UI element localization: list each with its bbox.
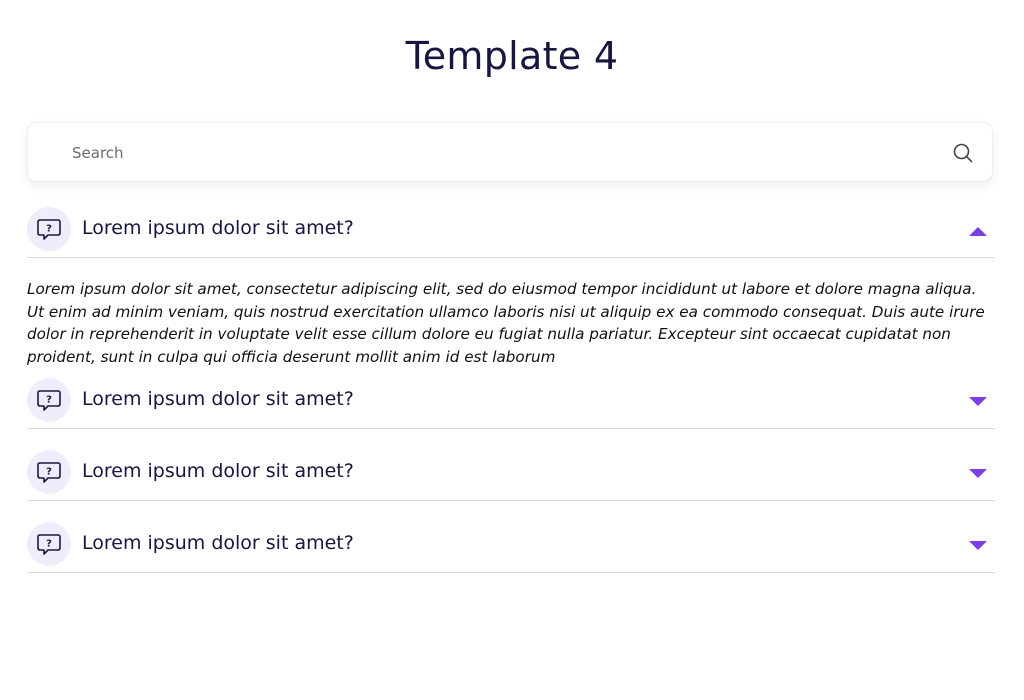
search-box[interactable] bbox=[27, 122, 993, 183]
faq-question-header[interactable]: ? Lorem ipsum dolor sit amet? bbox=[27, 448, 995, 502]
faq-list: ? Lorem ipsum dolor sit amet? Lorem ipsu… bbox=[27, 205, 995, 574]
faq-question-text: Lorem ipsum dolor sit amet? bbox=[82, 532, 354, 555]
faq-question-header[interactable]: ? Lorem ipsum dolor sit amet? bbox=[27, 520, 995, 574]
faq-question-text: Lorem ipsum dolor sit amet? bbox=[82, 388, 354, 411]
faq-question-header[interactable]: ? Lorem ipsum dolor sit amet? bbox=[27, 205, 995, 258]
search-icon[interactable] bbox=[952, 142, 974, 164]
page-title: Template 4 bbox=[405, 34, 619, 78]
chevron-down-icon[interactable] bbox=[969, 468, 987, 480]
question-bubble-icon: ? bbox=[27, 450, 71, 495]
faq-question-text: Lorem ipsum dolor sit amet? bbox=[82, 217, 354, 239]
svg-text:?: ? bbox=[46, 395, 52, 406]
faq-item: ? Lorem ipsum dolor sit amet? bbox=[27, 376, 995, 430]
faq-question-header[interactable]: ? Lorem ipsum dolor sit amet? bbox=[27, 376, 995, 430]
chevron-up-icon[interactable] bbox=[969, 225, 987, 237]
svg-text:?: ? bbox=[46, 224, 52, 235]
faq-answer-text: Lorem ipsum dolor sit amet, consectetur … bbox=[27, 280, 985, 366]
faq-item: ? Lorem ipsum dolor sit amet? bbox=[27, 429, 995, 502]
chevron-down-icon[interactable] bbox=[969, 540, 987, 552]
search-input[interactable] bbox=[70, 123, 934, 183]
faq-page: Template 4 ? Lorem ipsum dolor sit amet? bbox=[0, 0, 1024, 700]
faq-item: ? Lorem ipsum dolor sit amet? Lorem ipsu… bbox=[27, 205, 995, 376]
chevron-down-icon[interactable] bbox=[969, 396, 987, 408]
svg-text:?: ? bbox=[46, 467, 52, 478]
faq-question-text: Lorem ipsum dolor sit amet? bbox=[82, 460, 354, 483]
question-bubble-icon: ? bbox=[27, 207, 71, 251]
faq-item: ? Lorem ipsum dolor sit amet? bbox=[27, 501, 995, 574]
question-bubble-icon: ? bbox=[27, 522, 71, 567]
question-bubble-icon: ? bbox=[27, 378, 71, 423]
svg-text:?: ? bbox=[46, 539, 52, 550]
